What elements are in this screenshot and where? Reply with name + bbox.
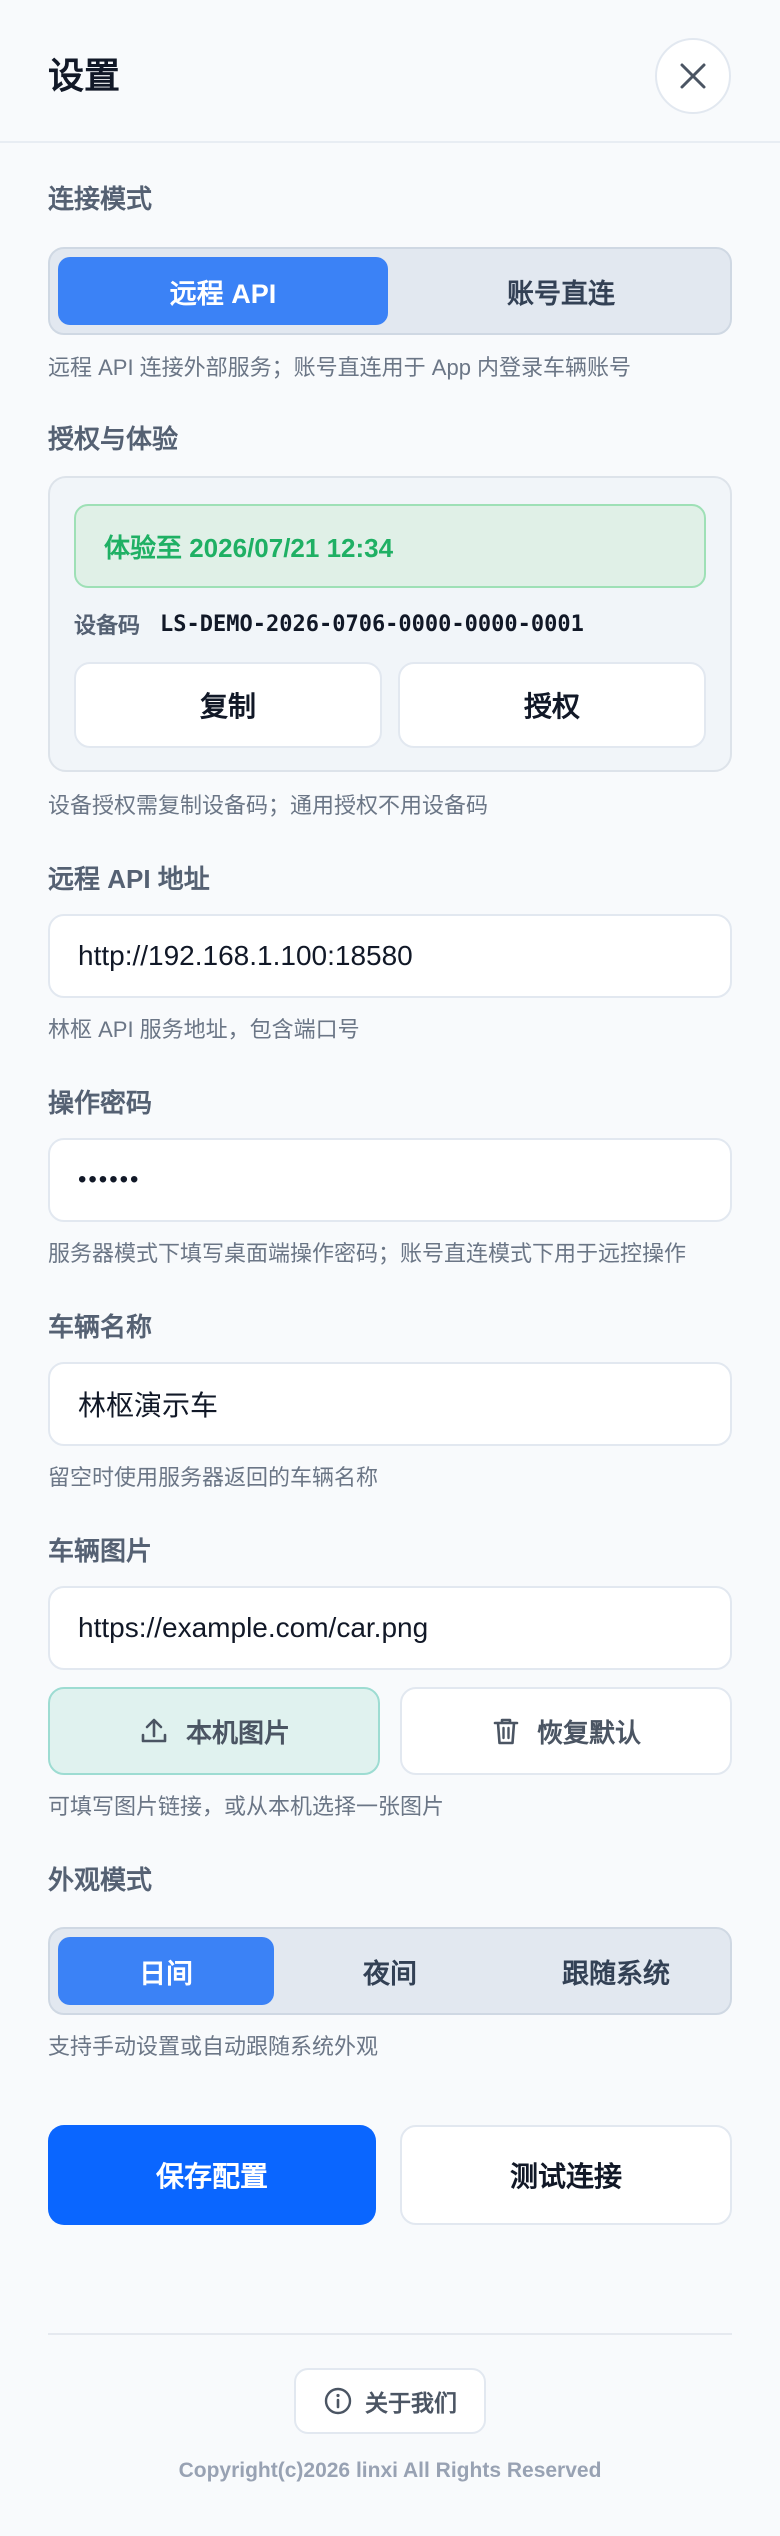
connection-mode-segmented: 远程 API 账号直连 bbox=[48, 247, 732, 335]
password-label: 操作密码 bbox=[48, 1088, 153, 1118]
auth-panel: 体验至 2026/07/21 12:34 设备码 LS-DEMO-2026-07… bbox=[48, 476, 732, 772]
trial-status-badge: 体验至 2026/07/21 12:34 bbox=[74, 504, 706, 588]
vehicle-name-input[interactable]: 林枢演示车 bbox=[48, 1362, 732, 1446]
vehicle-name-label: 车辆名称 bbox=[48, 1312, 153, 1342]
vehicle-name-hint: 留空时使用服务器返回的车辆名称 bbox=[48, 1465, 379, 1490]
auth-hint: 设备授权需复制设备码；通用授权不用设备码 bbox=[48, 793, 489, 818]
connection-mode-hint: 远程 API 连接外部服务；账号直连用于 App 内登录车辆账号 bbox=[48, 355, 632, 380]
save-config-button[interactable]: 保存配置 bbox=[48, 2125, 376, 2225]
api-address-label: 远程 API 地址 bbox=[48, 864, 210, 894]
close-icon bbox=[680, 63, 706, 89]
api-address-hint: 林枢 API 服务地址，包含端口号 bbox=[48, 1017, 360, 1042]
appearance-segmented: 日间 夜间 跟随系统 bbox=[48, 1927, 732, 2015]
header: 设置 bbox=[0, 0, 780, 143]
copyright-text: Copyright(c)2026 linxi All Rights Reserv… bbox=[178, 2459, 602, 2482]
appearance-label: 外观模式 bbox=[48, 1865, 153, 1895]
about-us-button[interactable]: 关于我们 bbox=[294, 2368, 486, 2434]
close-button[interactable] bbox=[655, 38, 731, 114]
appearance-option-system[interactable]: 跟随系统 bbox=[506, 1937, 726, 2005]
device-code-value: LS-DEMO-2026-0706-0000-0000-0001 bbox=[160, 611, 584, 637]
connection-mode-label: 连接模式 bbox=[48, 184, 153, 214]
test-connection-button[interactable]: 测试连接 bbox=[400, 2125, 732, 2225]
appearance-option-night[interactable]: 夜间 bbox=[282, 1937, 498, 2005]
auth-label: 授权与体验 bbox=[48, 424, 179, 454]
vehicle-image-label: 车辆图片 bbox=[48, 1536, 153, 1566]
connection-option-remote-api[interactable]: 远程 API bbox=[58, 257, 388, 325]
api-address-input[interactable]: http://192.168.1.100:18580 bbox=[48, 914, 732, 998]
device-code-row: 设备码 LS-DEMO-2026-0706-0000-0000-0001 bbox=[74, 604, 584, 644]
footer-divider bbox=[48, 2333, 732, 2335]
info-icon bbox=[324, 2387, 352, 2415]
vehicle-image-hint: 可填写图片链接，或从本机选择一张图片 bbox=[48, 1794, 445, 1819]
connection-option-account[interactable]: 账号直连 bbox=[396, 257, 726, 325]
authorize-button[interactable]: 授权 bbox=[398, 662, 706, 748]
local-image-label: 本机图片 bbox=[185, 1717, 290, 1748]
copy-button[interactable]: 复制 bbox=[74, 662, 382, 748]
trash-icon bbox=[493, 1718, 519, 1745]
about-us-label: 关于我们 bbox=[365, 2390, 457, 2416]
appearance-option-day[interactable]: 日间 bbox=[58, 1937, 274, 2005]
restore-default-button[interactable]: 恢复默认 bbox=[400, 1687, 732, 1775]
page-title: 设置 bbox=[48, 55, 121, 96]
upload-icon bbox=[141, 1718, 167, 1743]
appearance-hint: 支持手动设置或自动跟随系统外观 bbox=[48, 2034, 379, 2059]
password-hint: 服务器模式下填写桌面端操作密码；账号直连模式下用于远控操作 bbox=[48, 1241, 687, 1266]
device-code-label: 设备码 bbox=[74, 613, 141, 638]
vehicle-image-input[interactable]: https://example.com/car.png bbox=[48, 1586, 732, 1670]
restore-default-label: 恢复默认 bbox=[536, 1717, 641, 1748]
password-input[interactable]: •••••• bbox=[48, 1138, 732, 1222]
local-image-button[interactable]: 本机图片 bbox=[48, 1687, 380, 1775]
